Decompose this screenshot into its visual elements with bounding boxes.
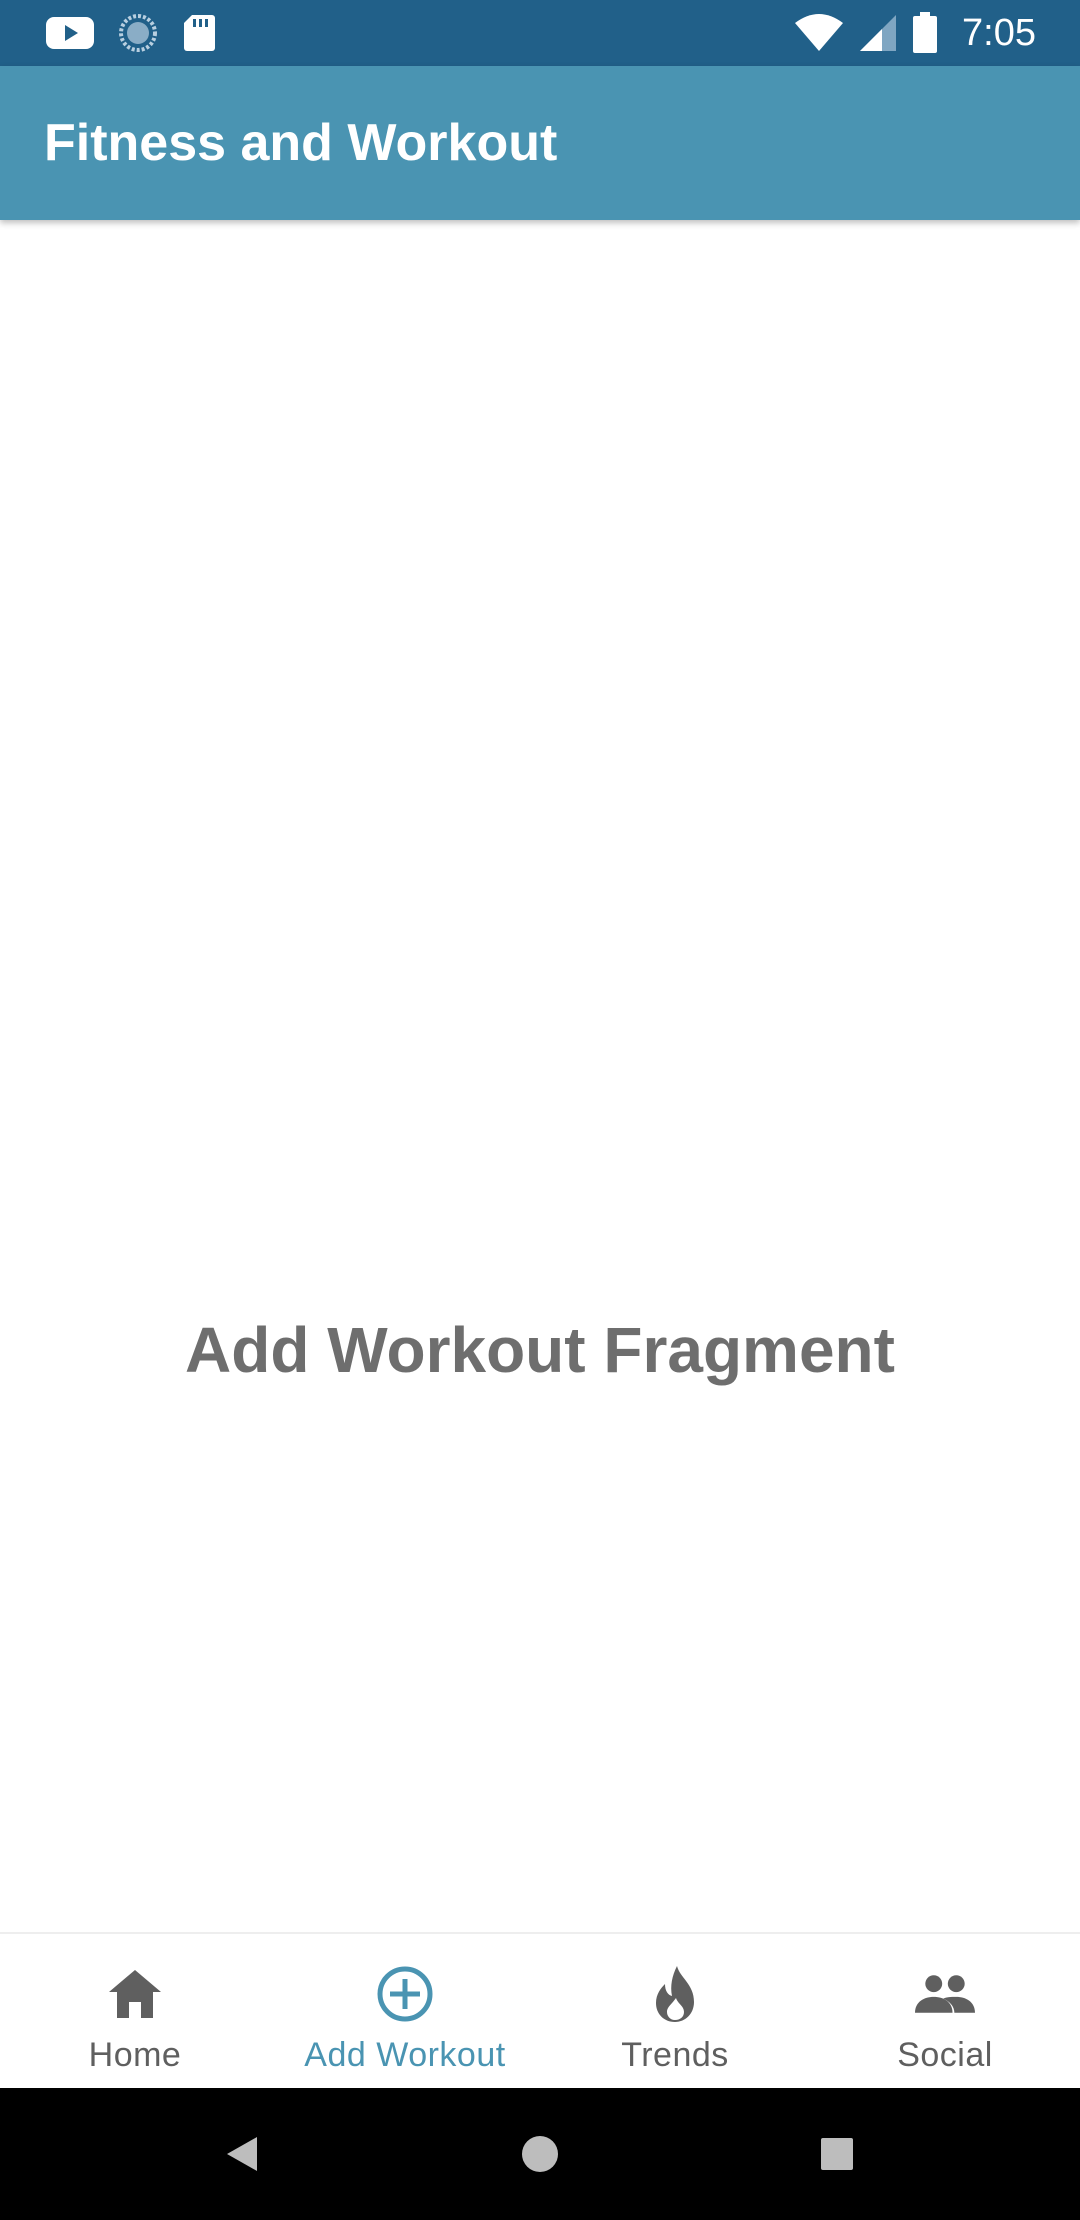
nav-label-trends: Trends	[621, 2036, 729, 2074]
status-clock: 7:05	[962, 11, 1036, 54]
sd-card-icon	[182, 13, 216, 53]
nav-item-add-workout[interactable]: Add Workout	[270, 1934, 540, 2090]
app-bar: Fitness and Workout	[0, 66, 1080, 220]
add-circle-icon	[375, 1964, 435, 2024]
battery-icon	[912, 12, 938, 54]
system-navigation-bar	[0, 2088, 1080, 2220]
app-screen: 7:05 Fitness and Workout Add Workout Fra…	[0, 0, 1080, 2220]
status-right-icons: 7:05	[794, 8, 1036, 58]
fragment-placeholder-text: Add Workout Fragment	[185, 1314, 895, 1386]
status-left-icons	[46, 12, 216, 54]
fragment-container: Add Workout Fragment	[0, 220, 1080, 1932]
nav-label-home: Home	[88, 2036, 182, 2074]
nav-label-social: Social	[897, 2036, 993, 2074]
flame-icon	[645, 1964, 705, 2024]
people-icon	[915, 1964, 975, 2024]
bottom-navigation: Home Add Workout Trends Social	[0, 1932, 1080, 2090]
status-bar: 7:05	[0, 0, 1080, 66]
youtube-icon	[46, 15, 94, 51]
wifi-icon	[794, 13, 844, 53]
back-icon[interactable]	[182, 2088, 302, 2220]
nav-item-home[interactable]: Home	[0, 1934, 270, 2090]
recents-icon[interactable]	[777, 2088, 897, 2220]
home-icon	[105, 1964, 165, 2024]
nav-label-add-workout: Add Workout	[304, 2036, 506, 2074]
loading-icon	[118, 13, 158, 53]
home-circle-icon[interactable]	[480, 2088, 600, 2220]
nav-item-social[interactable]: Social	[810, 1934, 1080, 2090]
app-title: Fitness and Workout	[44, 114, 558, 172]
nav-item-trends[interactable]: Trends	[540, 1934, 810, 2090]
signal-icon	[858, 13, 898, 53]
